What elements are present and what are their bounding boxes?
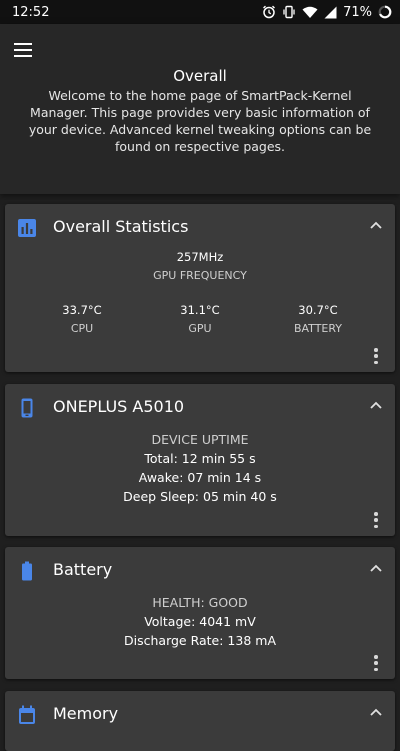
menu-button[interactable] <box>14 38 40 62</box>
card-title: Memory <box>53 704 119 723</box>
more-options-dot <box>374 512 378 516</box>
battery-icon <box>22 561 32 581</box>
device-card: ONEPLUS A5010 DEVICE UPTIME Total: 12 mi… <box>5 384 395 536</box>
more-options-dot <box>374 354 378 358</box>
battery-temp-value: 30.7°C <box>298 303 338 317</box>
cpu-temp-value: 33.7°C <box>62 303 102 317</box>
more-options-dot <box>374 348 378 352</box>
battery-card: Battery HEALTH: GOOD Voltage: 4041 mV Di… <box>5 547 395 679</box>
more-options-button[interactable] <box>373 348 379 364</box>
more-options-dot <box>374 667 378 671</box>
gpu-temp-label: GPU <box>188 322 212 335</box>
battery-temp-stat: 30.7°C BATTERY <box>258 303 378 335</box>
chevron-up-icon[interactable] <box>369 400 383 410</box>
device-uptime-info: DEVICE UPTIME Total: 12 min 55 s Awake: … <box>5 430 395 506</box>
gpu-frequency-label: GPU FREQUENCY <box>153 269 247 282</box>
gpu-temp-value: 31.1°C <box>180 303 220 317</box>
memory-card: Memory <box>5 691 395 751</box>
chevron-up-icon[interactable] <box>369 563 383 573</box>
alarm-icon <box>263 5 276 19</box>
menu-icon-bar <box>14 55 32 57</box>
bar-chart-icon <box>18 219 36 237</box>
page-title: Overall <box>173 67 227 85</box>
uptime-deep-sleep: Deep Sleep: 05 min 40 s <box>123 489 277 504</box>
gpu-frequency-value: 257MHz <box>176 250 224 264</box>
overall-statistics-card: Overall Statistics 257MHz GPU FREQUENCY … <box>5 204 395 372</box>
wifi-icon <box>302 6 318 18</box>
status-time: 12:52 <box>12 4 50 20</box>
gpu-temp-stat: 31.1°C GPU <box>140 303 260 335</box>
card-title: Overall Statistics <box>53 217 189 236</box>
battery-discharge-rate: Discharge Rate: 138 mA <box>124 633 276 648</box>
vibrate-icon <box>283 5 295 19</box>
uptime-heading: DEVICE UPTIME <box>151 432 249 447</box>
more-options-dot <box>374 518 378 522</box>
battery-temp-label: BATTERY <box>293 322 343 335</box>
cpu-temp-stat: 33.7°C CPU <box>22 303 142 335</box>
chevron-up-icon[interactable] <box>369 220 383 230</box>
battery-voltage: Voltage: 4041 mV <box>144 614 256 629</box>
header: Overall Welcome to the home page of Smar… <box>0 24 400 194</box>
signal-icon <box>324 6 337 18</box>
battery-percent: 71% <box>343 4 372 20</box>
more-options-button[interactable] <box>373 655 379 671</box>
card-title: ONEPLUS A5010 <box>53 397 185 416</box>
calendar-icon <box>19 705 35 724</box>
more-options-button[interactable] <box>373 512 379 528</box>
card-list: Overall Statistics 257MHz GPU FREQUENCY … <box>0 194 400 751</box>
more-options-dot <box>374 524 378 528</box>
gpu-frequency-stat: 257MHz GPU FREQUENCY <box>5 250 395 282</box>
phone-icon <box>21 398 33 418</box>
more-options-dot <box>374 360 378 364</box>
page-description: Welcome to the home page of SmartPack-Ke… <box>28 88 372 154</box>
battery-ring-icon <box>378 5 392 19</box>
more-options-dot <box>374 655 378 659</box>
status-bar: 12:52 71% <box>0 0 400 24</box>
battery-health: HEALTH: GOOD <box>152 595 248 610</box>
card-title: Battery <box>53 560 113 579</box>
status-icons: 71% <box>262 5 392 20</box>
menu-icon-bar <box>14 49 32 51</box>
uptime-total: Total: 12 min 55 s <box>144 451 256 466</box>
more-options-dot <box>374 661 378 665</box>
cpu-temp-label: CPU <box>70 322 94 335</box>
battery-info: HEALTH: GOOD Voltage: 4041 mV Discharge … <box>5 593 395 650</box>
uptime-awake: Awake: 07 min 14 s <box>138 470 262 485</box>
menu-icon-bar <box>14 43 32 45</box>
chevron-up-icon[interactable] <box>369 707 383 717</box>
